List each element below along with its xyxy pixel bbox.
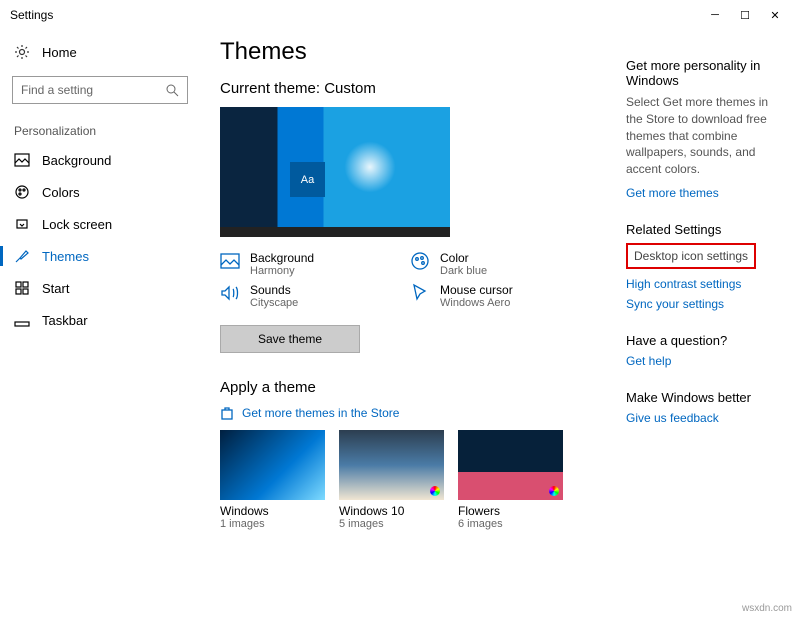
sidebar-item-label: Background — [42, 153, 111, 168]
gear-icon — [14, 44, 30, 60]
sidebar-item-label: Start — [42, 281, 69, 296]
theme-card-windows10[interactable]: Windows 10 5 images — [339, 430, 444, 530]
get-more-themes-link[interactable]: Get more themes — [626, 186, 788, 200]
sidebar-item-label: Lock screen — [42, 217, 112, 232]
prop-label: Color — [440, 251, 487, 265]
maximize-button[interactable]: ☐ — [730, 0, 760, 30]
prop-value: Harmony — [250, 265, 314, 277]
prop-cursor[interactable]: Mouse cursorWindows Aero — [410, 283, 570, 309]
home-button[interactable]: Home — [0, 38, 200, 66]
minimize-button[interactable]: ─ — [700, 0, 730, 30]
sidebar-item-background[interactable]: Background — [0, 144, 200, 176]
palette-icon — [14, 184, 30, 200]
picture-icon — [220, 251, 240, 271]
close-button[interactable]: ✕ — [760, 0, 790, 30]
feedback-link[interactable]: Give us feedback — [626, 411, 788, 425]
brush-icon — [14, 248, 30, 264]
prop-background[interactable]: BackgroundHarmony — [220, 251, 380, 277]
sidebar-item-label: Colors — [42, 185, 80, 200]
theme-preview[interactable]: Aa — [220, 107, 450, 237]
theme-card-flowers[interactable]: Flowers 6 images — [458, 430, 563, 530]
sidebar-item-label: Taskbar — [42, 313, 88, 328]
prop-label: Background — [250, 251, 314, 265]
better-heading: Make Windows better — [626, 390, 788, 405]
window-title: Settings — [10, 8, 700, 22]
prop-value: Dark blue — [440, 265, 487, 277]
related-settings-heading: Related Settings — [626, 222, 788, 237]
store-icon — [220, 406, 234, 420]
preview-tile: Aa — [290, 162, 325, 197]
sound-icon — [220, 283, 240, 303]
sidebar-item-label: Themes — [42, 249, 89, 264]
theme-thumb — [339, 430, 444, 500]
palette-icon — [410, 251, 430, 271]
personality-text: Select Get more themes in the Store to d… — [626, 94, 788, 178]
prop-color[interactable]: ColorDark blue — [410, 251, 570, 277]
prop-label: Sounds — [250, 283, 298, 297]
search-placeholder: Find a setting — [21, 83, 165, 97]
question-heading: Have a question? — [626, 333, 788, 348]
theme-name: Windows 10 — [339, 504, 444, 518]
theme-count: 6 images — [458, 518, 563, 530]
apply-theme-heading: Apply a theme — [220, 379, 600, 396]
theme-thumb — [458, 430, 563, 500]
page-title: Themes — [220, 38, 600, 66]
watermark: wsxdn.com — [742, 603, 792, 614]
sidebar-item-colors[interactable]: Colors — [0, 176, 200, 208]
sidebar-item-lockscreen[interactable]: Lock screen — [0, 208, 200, 240]
theme-count: 1 images — [220, 518, 325, 530]
search-icon — [165, 83, 179, 97]
prop-label: Mouse cursor — [440, 283, 513, 297]
sidebar-item-start[interactable]: Start — [0, 272, 200, 304]
save-theme-button[interactable]: Save theme — [220, 325, 360, 353]
theme-name: Windows — [220, 504, 325, 518]
taskbar-icon — [14, 312, 30, 328]
personality-heading: Get more personality in Windows — [626, 58, 788, 88]
search-input[interactable]: Find a setting — [12, 76, 188, 104]
get-help-link[interactable]: Get help — [626, 354, 788, 368]
sidebar: Home Find a setting Personalization Back… — [0, 30, 200, 618]
sync-settings-link[interactable]: Sync your settings — [626, 297, 788, 311]
sidebar-item-themes[interactable]: Themes — [0, 240, 200, 272]
grid-icon — [14, 280, 30, 296]
prop-value: Windows Aero — [440, 297, 513, 309]
lock-icon — [14, 216, 30, 232]
desktop-icon-settings-link[interactable]: Desktop icon settings — [626, 243, 756, 269]
theme-thumb — [220, 430, 325, 500]
store-link-label: Get more themes in the Store — [242, 406, 399, 420]
store-link[interactable]: Get more themes in the Store — [220, 406, 600, 420]
main-content: Themes Current theme: Custom Aa Backgrou… — [200, 30, 620, 618]
cursor-icon — [410, 283, 430, 303]
sidebar-item-taskbar[interactable]: Taskbar — [0, 304, 200, 336]
home-label: Home — [42, 45, 77, 60]
high-contrast-link[interactable]: High contrast settings — [626, 277, 788, 291]
right-column: Get more personality in Windows Select G… — [620, 30, 800, 618]
section-label: Personalization — [0, 118, 200, 144]
prop-sounds[interactable]: SoundsCityscape — [220, 283, 380, 309]
picture-icon — [14, 152, 30, 168]
prop-value: Cityscape — [250, 297, 298, 309]
theme-count: 5 images — [339, 518, 444, 530]
theme-card-windows[interactable]: Windows 1 images — [220, 430, 325, 530]
theme-name: Flowers — [458, 504, 563, 518]
current-theme-label: Current theme: Custom — [220, 80, 600, 97]
